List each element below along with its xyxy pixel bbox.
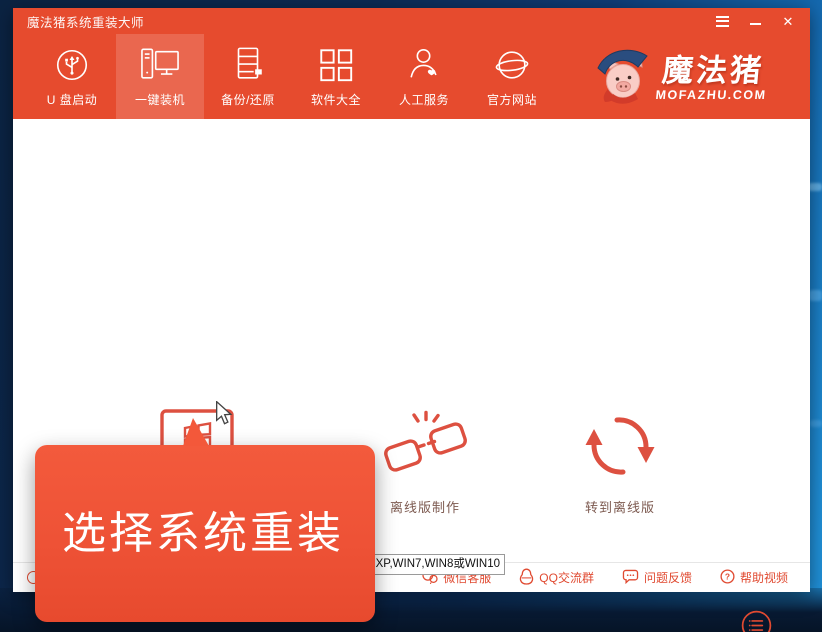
minimize-button[interactable] bbox=[747, 14, 763, 28]
grid-icon bbox=[317, 46, 355, 84]
close-button[interactable]: ✕ bbox=[780, 14, 796, 28]
wallpaper-light-streak bbox=[808, 183, 822, 191]
logo-domain: MOFAZHU.COM bbox=[655, 88, 767, 102]
qq-icon bbox=[519, 568, 534, 588]
qq-group-link[interactable]: QQ交流群 bbox=[519, 568, 594, 588]
menu-icon[interactable] bbox=[714, 14, 730, 28]
nav-item-label: 人工服务 bbox=[399, 91, 449, 108]
logo-brand: 魔法猪 bbox=[656, 55, 770, 86]
nav-item-one-key-install[interactable]: 一键装机 bbox=[116, 34, 204, 119]
feature-label: 离线版制作 bbox=[390, 497, 460, 516]
nav-item-usb-boot[interactable]: U 盘启动 bbox=[28, 34, 116, 119]
logo-text: 魔法猪 MOFAZHU.COM bbox=[655, 55, 770, 102]
nav-item-official-site[interactable]: 官方网站 bbox=[468, 34, 556, 119]
footer-link-label: 问题反馈 bbox=[644, 569, 692, 586]
feedback-bubble-icon bbox=[622, 569, 639, 587]
server-icon bbox=[230, 46, 266, 84]
usb-icon bbox=[53, 46, 91, 84]
mouse-cursor bbox=[213, 401, 235, 430]
person-heart-icon bbox=[405, 46, 443, 84]
banner-arrow-up-icon bbox=[183, 418, 209, 446]
nav-item-label: U 盘启动 bbox=[47, 91, 98, 108]
nav-item-label: 一键装机 bbox=[135, 91, 185, 108]
nav-item-backup-restore[interactable]: 备份/还原 bbox=[204, 34, 292, 119]
boot-menu-list-icon bbox=[740, 609, 773, 632]
banner-text: 选择系统重装 bbox=[62, 497, 375, 561]
feature-label: 转到离线版 bbox=[585, 497, 655, 516]
broken-link-icon bbox=[377, 406, 473, 489]
footer-link-label: 帮助视频 bbox=[740, 569, 788, 586]
wallpaper-light-streak bbox=[810, 420, 822, 427]
nav-item-human-service[interactable]: 人工服务 bbox=[380, 34, 468, 119]
brand-logo: 魔法猪 MOFAZHU.COM bbox=[595, 46, 768, 111]
computer-icon bbox=[139, 46, 181, 84]
feedback-link[interactable]: 问题反馈 bbox=[622, 569, 692, 587]
nav-item-label: 软件大全 bbox=[311, 91, 361, 108]
globe-icon bbox=[493, 46, 531, 84]
help-circle-icon: ? bbox=[720, 569, 735, 587]
nav-item-software-center[interactable]: 软件大全 bbox=[292, 34, 380, 119]
wallpaper-light-streak bbox=[809, 290, 822, 301]
refresh-arrows-icon bbox=[572, 406, 668, 489]
window-controls: ✕ bbox=[714, 14, 796, 28]
help-video-link[interactable]: ? 帮助视频 bbox=[720, 569, 788, 587]
nav-item-label: 官方网站 bbox=[487, 91, 537, 108]
tutorial-banner-overlay: 选择系统重装 bbox=[35, 445, 375, 622]
nav-bar: U 盘启动 一键装机 bbox=[13, 34, 810, 119]
feature-switch-offline[interactable]: 转到离线版 bbox=[545, 406, 695, 516]
svg-text:?: ? bbox=[725, 571, 730, 581]
pig-mascot-icon bbox=[595, 46, 651, 111]
window-title: 魔法猪系统重装大师 bbox=[27, 12, 144, 31]
boot-menu-button[interactable]: 开机菜单 bbox=[714, 609, 798, 632]
title-bar[interactable]: 魔法猪系统重装大师 ✕ bbox=[13, 8, 810, 34]
nav-item-label: 备份/还原 bbox=[221, 91, 275, 108]
footer-link-label: QQ交流群 bbox=[539, 569, 594, 586]
